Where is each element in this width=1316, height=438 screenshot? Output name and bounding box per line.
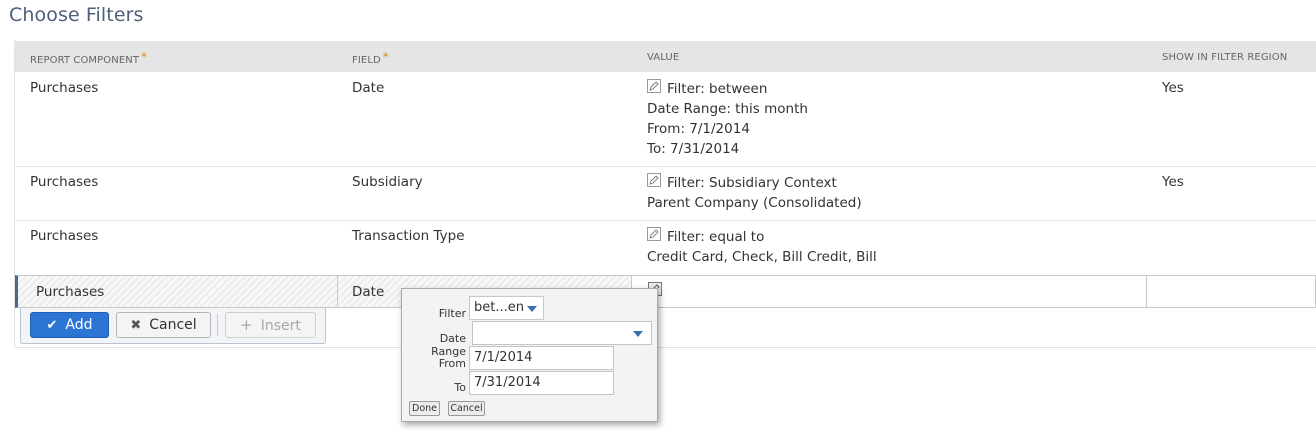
- value-line: Parent Company (Consolidated): [647, 195, 862, 211]
- row-show-in-filter-region: Yes: [1162, 174, 1184, 190]
- header-field: FIELD *: [352, 50, 389, 66]
- edit-pencil-icon[interactable]: [647, 79, 661, 93]
- edit-pencil-icon[interactable]: [647, 173, 661, 187]
- edit-show-cell[interactable]: [1147, 275, 1316, 308]
- edit-row: Purchases Date: [15, 275, 1316, 308]
- to-label: To: [454, 381, 466, 394]
- value-line: Filter: equal to: [667, 229, 765, 245]
- filter-select[interactable]: bet...en: [469, 296, 544, 320]
- value-line: Filter: between: [667, 81, 768, 97]
- chevron-down-icon: [527, 306, 537, 312]
- header-value: VALUE: [647, 52, 680, 63]
- row-field: Transaction Type: [352, 228, 465, 244]
- row-component: Purchases: [30, 174, 99, 190]
- row-field: Date: [352, 80, 385, 96]
- value-line: Date Range: this month: [647, 101, 808, 117]
- row-value: Filter: Subsidiary Context Parent Compan…: [647, 173, 862, 213]
- row-component: Purchases: [30, 80, 99, 96]
- add-button[interactable]: ✔ Add: [30, 312, 109, 338]
- row-show-in-filter-region: Yes: [1162, 80, 1184, 96]
- row-value: Filter: equal to Credit Card, Check, Bil…: [647, 227, 877, 267]
- chevron-down-icon: [633, 331, 643, 337]
- table-row[interactable]: Purchases Date Filter: between Date Rang…: [15, 72, 1316, 167]
- divider: [217, 314, 218, 336]
- required-asterisk: *: [141, 50, 148, 64]
- value-line: Filter: Subsidiary Context: [667, 175, 837, 191]
- cancel-label: Cancel: [149, 317, 197, 333]
- edit-pencil-icon[interactable]: [647, 227, 661, 241]
- popup-cancel-button[interactable]: Cancel: [448, 401, 485, 416]
- row-action-bar: ✔ Add ✖ Cancel + Insert: [20, 308, 326, 344]
- row-value: Filter: between Date Range: this month F…: [647, 79, 808, 159]
- done-button[interactable]: Done: [409, 401, 440, 416]
- edit-value-cell[interactable]: [632, 275, 1147, 308]
- cancel-button[interactable]: ✖ Cancel: [116, 312, 211, 338]
- insert-label: Insert: [260, 318, 301, 334]
- from-date-input[interactable]: 7/1/2014: [469, 346, 614, 370]
- row-component: Purchases: [30, 228, 99, 244]
- date-range-label: Date Range: [431, 332, 466, 358]
- date-filter-popup: Filter bet...en Date Range From 7/1/2014…: [401, 288, 658, 422]
- edit-field-value: Date: [352, 284, 385, 300]
- filter-label: Filter: [438, 307, 466, 320]
- value-line: Credit Card, Check, Bill Credit, Bill: [647, 249, 877, 265]
- table-header: REPORT COMPONENT * FIELD * VALUE SHOW IN F…: [15, 41, 1316, 72]
- from-label: From: [438, 357, 466, 370]
- page-title: Choose Filters: [9, 4, 144, 26]
- date-range-select[interactable]: [472, 321, 652, 345]
- close-icon: ✖: [130, 318, 142, 333]
- add-label: Add: [65, 317, 93, 333]
- value-line: From: 7/1/2014: [647, 121, 750, 137]
- plus-icon: +: [240, 316, 253, 334]
- row-field: Subsidiary: [352, 174, 423, 190]
- filter-select-value: bet...en: [474, 300, 524, 315]
- header-report-component: REPORT COMPONENT *: [30, 50, 148, 66]
- check-icon: ✔: [46, 318, 58, 333]
- to-date-input[interactable]: 7/31/2014: [469, 371, 614, 395]
- edit-component-value: Purchases: [36, 284, 105, 300]
- insert-button[interactable]: + Insert: [225, 312, 316, 338]
- edit-component-cell[interactable]: Purchases: [15, 275, 338, 308]
- header-show-in-filter-region: SHOW IN FILTER REGION: [1162, 52, 1288, 63]
- table-row[interactable]: Purchases Subsidiary Filter: Subsidiary …: [15, 166, 1316, 221]
- required-asterisk: *: [382, 50, 389, 64]
- table-row[interactable]: Purchases Transaction Type Filter: equal…: [15, 220, 1316, 274]
- value-line: To: 7/31/2014: [647, 141, 740, 157]
